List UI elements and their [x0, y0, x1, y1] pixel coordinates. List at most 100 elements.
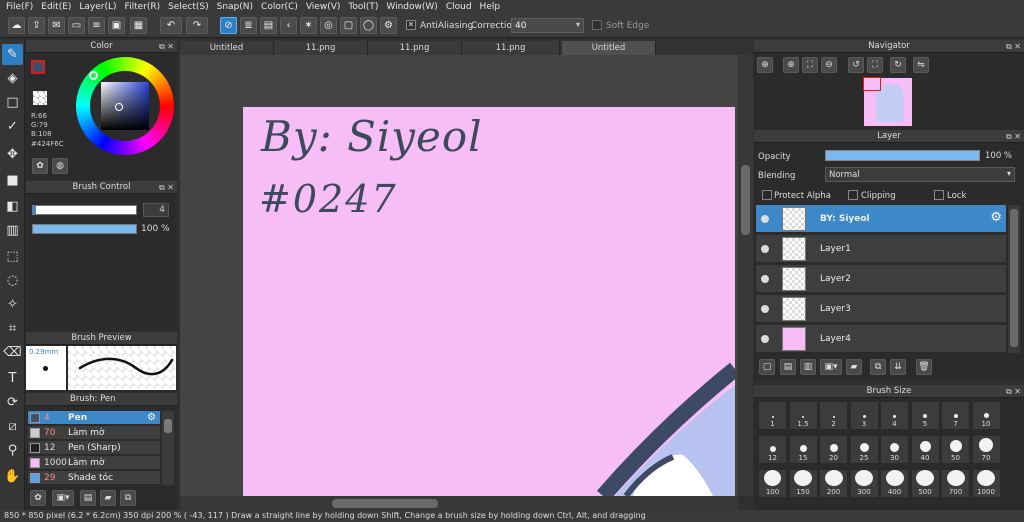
operation-tool-icon[interactable]: ⟳ [2, 392, 23, 413]
navigator-viewport-rect[interactable] [863, 77, 881, 91]
fill-rect-tool-icon[interactable]: ■ [2, 170, 23, 191]
menu-snap[interactable]: Snap(N) [215, 2, 259, 12]
clipping-checkbox[interactable] [848, 190, 858, 200]
blending-select[interactable]: Normal ▾ [825, 167, 1015, 182]
brush-size-option[interactable]: 10 [971, 401, 1001, 430]
brush-settings-gear-icon[interactable]: ⚙ [147, 412, 156, 423]
tab-11png-3[interactable]: 11.png [462, 41, 560, 55]
brush-size-option[interactable]: 1.5 [788, 401, 818, 430]
new-layer-icon[interactable]: ▢ [759, 359, 775, 375]
menu-file[interactable]: File(F) [4, 2, 39, 12]
merge-layer-icon[interactable]: ⇊ [890, 359, 906, 375]
saturation-value-square[interactable] [101, 82, 149, 130]
brush-size-value[interactable]: 4 [143, 203, 169, 217]
layer-row-layer3[interactable]: Layer3 [756, 295, 1006, 323]
menu-help[interactable]: Help [478, 2, 507, 12]
brush-copy-icon[interactable]: ▤ [80, 490, 96, 506]
menu-select[interactable]: Select(S) [166, 2, 215, 12]
brush-tool-icon[interactable]: ✎ [2, 44, 23, 65]
visibility-eye-icon[interactable] [761, 305, 769, 313]
panel-close-icon[interactable]: ⧉ ✕ [1006, 40, 1021, 53]
brush-size-option[interactable]: 2 [819, 401, 848, 430]
color-history-icon[interactable]: ✿ [32, 158, 48, 174]
add-layer-menu-icon[interactable]: ▣▾ [820, 359, 842, 375]
tab-untitled-1[interactable]: Untitled [180, 41, 274, 55]
brush-size-option[interactable]: 400 [880, 469, 909, 498]
eyedropper-icon[interactable]: ⚲ [2, 440, 23, 461]
tab-11png-2[interactable]: 11.png [368, 41, 462, 55]
panel-close-icon[interactable]: ⧉ ✕ [159, 40, 174, 53]
gradient-tool-icon[interactable]: ▥ [2, 220, 23, 241]
layer-row-layer1[interactable]: Layer1 [756, 235, 1006, 263]
undo-icon[interactable]: ↶ [160, 17, 182, 34]
snap-vanishing-icon[interactable]: ‹ [280, 17, 297, 34]
move-tool-icon[interactable]: ✥ [2, 144, 23, 165]
snap-concentric-icon[interactable]: ◎ [320, 17, 337, 34]
brush-size-option[interactable]: 100 [758, 469, 787, 498]
select-pen-tool-icon[interactable]: ✓ [2, 116, 23, 137]
zoom-in-icon[interactable]: ⊕ [757, 57, 773, 73]
horizontal-scroll-thumb[interactable] [332, 499, 438, 508]
brush-size-option[interactable]: 1000 [971, 469, 1001, 498]
brush-size-option[interactable]: 300 [849, 469, 879, 498]
layer-opacity-slider[interactable] [825, 150, 980, 161]
menu-tool[interactable]: Tool(T) [346, 2, 384, 12]
snap-grid-icon[interactable]: ▤ [260, 17, 277, 34]
reset-view-icon[interactable]: ⛶ [867, 57, 883, 73]
panel-close-icon[interactable]: ⧉ ✕ [159, 181, 174, 194]
brush-size-option[interactable]: 4 [880, 401, 909, 430]
menu-edit[interactable]: Edit(E) [39, 2, 77, 12]
brush-size-option[interactable]: 1 [758, 401, 787, 430]
brush-size-option[interactable]: 200 [819, 469, 848, 498]
brush-size-option[interactable]: 700 [941, 469, 970, 498]
soft-edge-checkbox[interactable] [592, 20, 602, 30]
brush-item-pen[interactable]: 4 Pen ⚙ [28, 411, 160, 425]
layer-list-scrollbar[interactable] [1008, 205, 1020, 353]
redo-icon[interactable]: ↷ [186, 17, 208, 34]
canvas-paper[interactable]: By: Siyeol #0247 [243, 107, 738, 496]
grid-icon[interactable]: ▦ [130, 17, 147, 34]
text-tool-icon[interactable]: T [2, 368, 23, 389]
brush-size-option[interactable]: 12 [758, 435, 787, 464]
brush-size-option[interactable]: 50 [941, 435, 970, 464]
brush-new-menu-icon[interactable]: ▣▾ [52, 490, 74, 506]
color-palette-icon[interactable]: ◍ [52, 158, 68, 174]
brush-size-option[interactable]: 150 [788, 469, 818, 498]
bucket-tool-icon[interactable]: ◧ [2, 196, 23, 217]
zoom-out-icon[interactable]: ⊖ [821, 57, 837, 73]
chat-icon[interactable]: ✉ [48, 17, 65, 34]
color-picker-handle[interactable] [115, 103, 123, 111]
brush-size-option[interactable]: 30 [880, 435, 909, 464]
brush-duplicate-icon[interactable]: ⧉ [120, 490, 136, 506]
magic-wand-icon[interactable]: ✧ [2, 294, 23, 315]
lasso-icon[interactable]: ◌ [2, 270, 23, 291]
eraser-tool-icon[interactable]: ◈ [2, 68, 23, 89]
hue-wheel[interactable] [76, 57, 174, 155]
lock-checkbox[interactable] [934, 190, 944, 200]
visibility-eye-icon[interactable] [761, 215, 769, 223]
menu-layer[interactable]: Layer(L) [77, 2, 122, 12]
brush-size-option[interactable]: 70 [971, 435, 1001, 464]
rectangle-tool-icon[interactable]: □ [2, 92, 23, 113]
layer-row-by-siyeol[interactable]: BY: Siyeol ⚙ [756, 205, 1006, 233]
layer-row-layer4[interactable]: Layer4 [756, 325, 1006, 353]
brush-size-option[interactable]: 25 [849, 435, 879, 464]
brush-add-icon[interactable]: ✿ [30, 490, 46, 506]
hand-tool-icon[interactable]: ✋ [2, 466, 23, 487]
menu-filter[interactable]: Filter(R) [123, 2, 167, 12]
layer-folder-icon[interactable]: ▰ [846, 359, 862, 375]
navigator-thumbnail[interactable] [863, 77, 912, 126]
snap-radial-icon[interactable]: ✶ [300, 17, 317, 34]
brush-size-option[interactable]: 7 [941, 401, 970, 430]
correction-select[interactable]: 40 ▾ [511, 18, 584, 33]
panel-close-icon[interactable]: ⧉ ✕ [1006, 130, 1021, 143]
brush-size-option[interactable]: 20 [819, 435, 848, 464]
snap-off-icon[interactable]: ⊘ [220, 17, 237, 34]
menu-cloud[interactable]: Cloud [444, 2, 478, 12]
brush-size-slider[interactable] [32, 205, 137, 215]
rotate-right-icon[interactable]: ↻ [890, 57, 906, 73]
comment-icon[interactable]: ▭ [68, 17, 85, 34]
menu-color[interactable]: Color(C) [259, 2, 304, 12]
canvas-viewport[interactable]: By: Siyeol #0247 [180, 55, 738, 496]
select-rect-icon[interactable]: ⬚ [2, 246, 23, 267]
